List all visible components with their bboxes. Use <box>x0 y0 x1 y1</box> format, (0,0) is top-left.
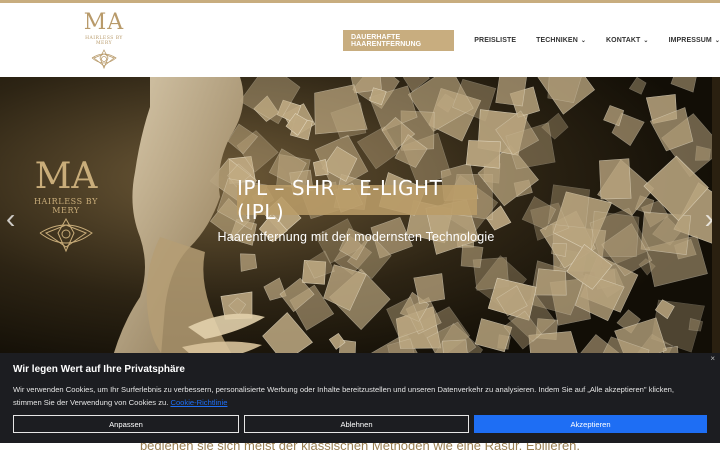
hero-shard <box>534 268 567 296</box>
hero-shard <box>460 244 484 268</box>
cookie-policy-link[interactable]: Cookie-Richtlinie <box>170 398 227 407</box>
logo-monogram: MA <box>83 10 125 35</box>
main-navigation: DAUERHAFTE HAARENTFERNUNG PREISLISTE TEC… <box>343 30 720 51</box>
reject-button[interactable]: Ablehnen <box>244 415 469 433</box>
hero-shard <box>547 184 591 229</box>
close-icon[interactable]: × <box>710 354 715 363</box>
slider-prev-arrow-icon[interactable]: ‹ <box>6 205 15 233</box>
nav-label: KONTAKT <box>606 37 641 44</box>
hero-logo-tagline: HAIRLESS BY MERY <box>33 197 99 215</box>
cookie-consent-banner: × Wir legen Wert auf Ihre Privatsphäre W… <box>0 353 720 443</box>
cookie-description-text: Wir verwenden Cookies, um Ihr Surferlebn… <box>13 385 675 407</box>
nav-label: IMPRESSUM <box>668 37 712 44</box>
hero-subtitle: Haarentfernung mit der modernsten Techno… <box>217 230 495 244</box>
nav-kontakt[interactable]: KONTAKT ⌄ <box>606 30 649 51</box>
customize-button[interactable]: Anpassen <box>13 415 239 433</box>
hero-title-box: IPL – SHR – E-LIGHT (IPL) <box>237 176 477 224</box>
nav-impressum[interactable]: IMPRESSUM ⌄ <box>669 30 720 51</box>
nav-label: TECHNIKEN <box>536 37 578 44</box>
hero-logo-monogram: MA <box>34 156 98 197</box>
chevron-down-icon: ⌄ <box>580 38 587 44</box>
nav-techniken[interactable]: TECHNIKEN ⌄ <box>536 30 586 51</box>
page-scrollbar[interactable] <box>712 77 720 367</box>
site-header: MA HAIRLESS BY MERY DAUERHAFTE HAARENTFE… <box>0 3 720 77</box>
nav-dauerhafte-haarentfernung[interactable]: DAUERHAFTE HAARENTFERNUNG <box>343 30 455 51</box>
nav-label: DAUERHAFTE HAARENTFERNUNG <box>351 33 422 48</box>
hero-slider: MA HAIRLESS BY MERY IPL – SHR – E-LIGHT … <box>0 77 720 367</box>
site-logo[interactable]: MA HAIRLESS BY MERY <box>78 10 130 70</box>
nav-preisliste[interactable]: PREISLISTE <box>474 30 516 51</box>
accept-button[interactable]: Akzeptieren <box>474 415 707 433</box>
chevron-down-icon: ⌄ <box>643 38 649 44</box>
hero-shard <box>465 140 501 169</box>
mandala-icon <box>91 49 117 70</box>
hero-shard <box>312 159 329 177</box>
chevron-down-icon: ⌄ <box>714 38 720 44</box>
hero-title: IPL – SHR – E-LIGHT (IPL) <box>237 176 443 224</box>
hero-shard <box>599 158 632 200</box>
logo-tagline: HAIRLESS BY MERY <box>85 36 123 46</box>
nav-label: PREISLISTE <box>474 37 517 44</box>
hero-shard <box>495 77 527 107</box>
hero-logo: MA HAIRLESS BY MERY <box>22 157 110 260</box>
cookie-title: Wir legen Wert auf Ihre Privatsphäre <box>13 364 185 375</box>
hero-shard <box>413 273 446 304</box>
cookie-description: Wir verwenden Cookies, um Ihr Surferlebn… <box>13 383 703 409</box>
